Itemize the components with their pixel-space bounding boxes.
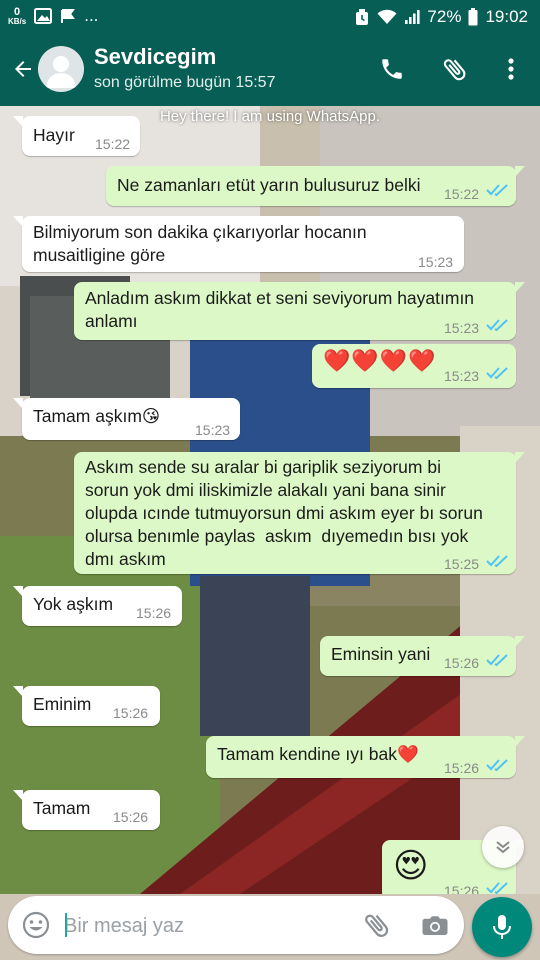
message-text: Hayır: [33, 125, 75, 145]
read-receipt-icon: [486, 759, 508, 772]
voice-call-button[interactable]: [375, 52, 409, 86]
attachment-icon: [443, 59, 466, 81]
back-arrow-icon: [15, 61, 31, 77]
message-time: 15:23: [195, 422, 231, 438]
mic-icon: [493, 915, 511, 939]
message-time: 15:22: [95, 136, 131, 152]
default-avatar-icon: [46, 56, 76, 88]
message-text: Yok aşkım: [33, 594, 114, 614]
contact-name[interactable]: Sevdicegim: [94, 44, 216, 70]
read-receipt-icon: [486, 184, 508, 197]
battery-percent: 72%: [427, 7, 462, 26]
read-receipt-icon: [486, 882, 508, 894]
message-text: 😍: [393, 847, 429, 885]
message-time: 15:22: [444, 186, 480, 202]
more-notifications-indicator: ...: [84, 6, 99, 25]
emoji-icon[interactable]: [20, 909, 52, 941]
chat-header: Sevdicegim son görülme bugün 15:57: [0, 34, 540, 106]
message-outgoing[interactable]: Tamam kendine ıyı bak❤️ 15:26: [206, 736, 525, 778]
read-receipt-icon: [486, 367, 508, 380]
message-incoming[interactable]: Hayır 15:22: [13, 116, 140, 156]
attachment-icon[interactable]: [362, 910, 392, 940]
read-receipt-icon: [486, 319, 508, 332]
message-input-container[interactable]: [8, 896, 464, 954]
scroll-to-bottom-button[interactable]: [482, 826, 524, 868]
message-outgoing[interactable]: Askım sende su aralar bi gariplik seziyo…: [74, 452, 525, 574]
chevron-down-icon: [496, 841, 510, 854]
message-outgoing[interactable]: Ne zamanları etüt yarın bulusuruz belki …: [106, 166, 525, 206]
message-text: Tamam kendine ıyı bak❤️: [217, 744, 419, 764]
back-button[interactable]: [6, 52, 40, 86]
network-speed-value: 0: [14, 5, 21, 18]
more-options-button[interactable]: [494, 52, 528, 86]
network-speed: 0 KB/s: [8, 5, 27, 26]
camera-icon[interactable]: [420, 910, 450, 940]
message-outgoing[interactable]: ❤️❤️❤️❤️ 15:23: [312, 344, 516, 388]
last-seen-status: son görülme bugün 15:57: [94, 74, 276, 91]
more-vert-icon: [508, 58, 514, 80]
alarm-icon: [356, 8, 369, 25]
contact-avatar[interactable]: [38, 46, 84, 92]
message-incoming[interactable]: Tamam 15:26: [13, 790, 160, 830]
message-text: Eminim: [33, 694, 92, 714]
message-composer: [0, 894, 540, 960]
message-text: Tamam: [33, 798, 91, 818]
message-text: Askım sende su aralar bi gariplik seziyo…: [85, 457, 483, 569]
chat-area[interactable]: Hey there! I am using WhatsApp. Hayır 15…: [0, 106, 540, 894]
wifi-icon: [377, 9, 397, 24]
message-time: 15:23: [444, 368, 480, 384]
message-text: Ne zamanları etüt yarın bulusuruz belki: [117, 175, 421, 195]
message-incoming[interactable]: Bilmiyorum son dakika çıkarıyorlar hocan…: [13, 216, 464, 272]
read-receipt-icon: [486, 654, 508, 667]
message-text: Tamam aşkım😘: [33, 406, 161, 426]
message-time: 15:26: [444, 883, 480, 894]
message-text: ❤️❤️❤️❤️: [323, 348, 437, 373]
message-time: 15:23: [444, 320, 480, 336]
flag-icon: [61, 9, 76, 23]
message-text: Anladım askım dikkat et seni seviyorum h…: [85, 288, 475, 331]
battery-icon: [468, 8, 478, 26]
attach-button[interactable]: [438, 52, 472, 86]
message-text: Eminsin yani: [331, 644, 431, 664]
message-incoming[interactable]: Eminim 15:26: [13, 686, 160, 726]
message-time: 15:26: [444, 760, 480, 776]
network-speed-unit: KB/s: [8, 16, 27, 26]
status-bar-right: 72% 19:02: [354, 7, 528, 27]
gallery-icon: [34, 8, 53, 24]
message-outgoing[interactable]: Anladım askım dikkat et seni seviyorum h…: [74, 282, 525, 340]
message-time: 15:23: [418, 254, 454, 270]
voice-message-button[interactable]: [472, 897, 532, 957]
text-caret: [65, 913, 67, 937]
message-time: 15:26: [444, 655, 480, 671]
message-text: Bilmiyorum son dakika çıkarıyorlar hocan…: [33, 222, 367, 265]
message-time: 15:26: [113, 809, 149, 825]
message-incoming[interactable]: Yok aşkım 15:26: [13, 586, 182, 626]
call-icon: [382, 59, 402, 79]
message-incoming[interactable]: Tamam aşkım😘 15:23: [13, 398, 240, 440]
message-outgoing[interactable]: Eminsin yani 15:26: [320, 636, 525, 676]
status-bar-left: 0 KB/s ...: [8, 6, 98, 26]
status-bar: 0 KB/s ... 72% 19:02: [0, 0, 540, 34]
message-input[interactable]: [62, 908, 336, 944]
message-time: 15:26: [136, 605, 172, 621]
message-time: 15:25: [444, 556, 480, 572]
clock: 19:02: [485, 7, 528, 26]
signal-icon: [405, 10, 421, 24]
message-time: 15:26: [113, 705, 149, 721]
read-receipt-icon: [486, 555, 508, 568]
